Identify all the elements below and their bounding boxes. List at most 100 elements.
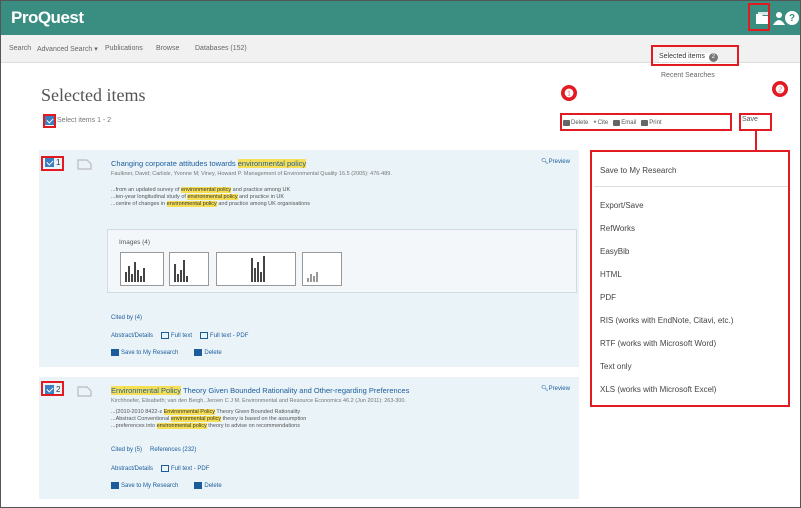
preview-label: Preview [548,159,570,165]
snippet-line: ...from an updated survey of environment… [111,187,291,193]
save-options-menu: Save to My Research Export/Save RefWorks… [590,150,790,407]
printer-icon [641,120,649,126]
delete-item-label: Delete [204,483,222,490]
envelope-icon [613,120,621,126]
image-thumbnail[interactable] [302,252,342,286]
email-button[interactable]: Email [613,120,636,126]
delete-button[interactable]: Delete [563,120,588,126]
result-checkbox[interactable] [45,158,54,167]
nav-databases[interactable]: Databases (152) [195,45,247,52]
preview-link[interactable]: 🔍︎Preview [541,158,570,165]
save-to-my-research-button[interactable]: Save to My Research [111,482,178,489]
nav-publications[interactable]: Publications [105,45,143,52]
save-to-research-label: Save to My Research [121,350,179,357]
save-to-research-label: Save to My Research [121,483,179,490]
snippet-line: ...Abstract Conventional environmental p… [111,416,307,422]
result-title-highlight: Environmental Policy [111,386,182,395]
cited-by-link[interactable]: Cited by (5) [111,447,142,453]
full-text-link[interactable]: Full text [161,332,192,339]
nav-advanced-search[interactable]: Advanced Search ▾ [37,45,98,53]
save-to-my-research-button[interactable]: Save to My Research [111,349,178,356]
menu-item-rtf[interactable]: RTF (works with Microsoft Word) [600,339,716,348]
abstract-details-link[interactable]: Abstract/Details [111,333,153,339]
email-label: Email [621,120,637,126]
preview-label: Preview [548,386,570,392]
menu-item-ris[interactable]: RIS (works with EndNote, Citavi, etc.) [600,316,733,325]
pdf-icon [161,465,170,472]
cited-by-link[interactable]: Cited by (4) [111,315,142,321]
result-snippets: ...(2010-2010 8422-z Environmental Polic… [111,409,306,430]
selected-items-count: 2 [708,53,718,62]
result-number: 2 [56,385,61,394]
result-meta: Faulkner, David; Carlisle, Yvonne M; Vin… [111,171,392,177]
menu-item-save-to-my-research[interactable]: Save to My Research [600,166,676,175]
result-title-text: Theory Given Bounded Rationality and Oth… [181,386,410,395]
menu-item-pdf[interactable]: PDF [600,293,616,302]
result-card-2: 2 Environmental Policy Theory Given Boun… [39,377,579,499]
save-dropdown-button[interactable]: Save [742,116,758,123]
print-label: Print [649,120,662,126]
proquest-logo[interactable]: ProQuest [11,8,84,28]
preview-link[interactable]: 🔍︎Preview [541,385,570,392]
snippet-line: ...centre of changes in environmental po… [111,201,311,207]
image-thumbnail[interactable] [169,252,209,286]
magnify-icon: 🔍︎ [541,386,549,392]
action-toolbar: Delete ❝ Cite Email Print [563,116,662,130]
result-links: Abstract/Details Full text - PDF [111,465,209,472]
nav-search[interactable]: Search [9,45,31,52]
menu-item-easybib[interactable]: EasyBib [600,247,629,256]
print-button[interactable]: Print [641,120,662,126]
magnify-icon: 🔍︎ [541,159,549,165]
folder-icon [111,482,119,489]
help-icon[interactable]: ? [785,11,799,25]
pdf-icon [200,332,209,339]
full-text-pdf-link[interactable]: Full text - PDF [200,332,248,339]
result-number: 1 [56,158,61,167]
quote-icon: ❝ [593,120,597,127]
delete-item-button[interactable]: Delete [194,482,222,490]
nav-browse[interactable]: Browse [156,45,179,52]
delete-label: Delete [571,120,589,126]
menu-item-refworks[interactable]: RefWorks [600,224,635,233]
snippet-line: ...ten-year longitudinal study of enviro… [111,194,285,200]
abstract-details-link[interactable]: Abstract/Details [111,466,153,472]
result-title[interactable]: Environmental Policy Theory Given Bounde… [111,386,409,395]
result-select[interactable]: 1 [45,158,60,167]
full-text-pdf-label: Full text - PDF [210,333,249,340]
menu-item-text-only[interactable]: Text only [600,362,632,371]
recent-searches-link[interactable]: Recent Searches [661,72,715,79]
images-label: Images (4) [119,239,151,246]
image-thumbnail[interactable] [120,252,164,286]
cite-button[interactable]: ❝ Cite [593,120,608,127]
result-links: Abstract/Details Full text Full text - P… [111,332,248,339]
selected-items-link[interactable]: Selected items 2 [659,53,718,62]
result-meta: Kirchhoefer, Elisabeth; van den Bergh, J… [111,398,406,404]
trash-icon [194,482,203,489]
images-panel: Images (4) [107,229,577,293]
folder-icon [111,349,119,356]
select-all[interactable]: Select items 1 - 2 [45,116,111,125]
menu-divider [594,186,788,187]
result-title[interactable]: Changing corporate attitudes towards env… [111,159,307,168]
result-checkbox[interactable] [45,385,54,394]
document-icon [161,332,170,339]
references-link[interactable]: References (232) [150,447,196,453]
result-select[interactable]: 2 [45,385,60,394]
selected-items-label: Selected items [659,53,705,60]
menu-item-xls[interactable]: XLS (works with Microsoft Excel) [600,385,716,394]
full-text-pdf-link[interactable]: Full text - PDF [161,465,209,472]
callout-badge-2: ❷ [772,81,788,97]
callout-badge-1: ❶ [561,85,577,101]
select-all-checkbox[interactable] [45,116,54,125]
result-actions: Save to My Research Delete [111,349,222,356]
browser-frame: ProQuest ? Search Advanced Search ▾ Publ… [0,0,801,508]
image-thumbnail[interactable] [216,252,296,286]
snippet-line: ...preferences into environmental policy… [111,423,300,429]
menu-item-export-save[interactable]: Export/Save [600,201,644,210]
result-title-text: Changing corporate attitudes towards [111,159,238,168]
delete-item-button[interactable]: Delete [194,349,222,356]
menu-item-html[interactable]: HTML [600,270,622,279]
cite-label: Cite [597,120,609,126]
snippet-line: ...(2010-2010 8422-z Environmental Polic… [111,409,301,415]
result-actions: Save to My Research Delete [111,482,222,489]
